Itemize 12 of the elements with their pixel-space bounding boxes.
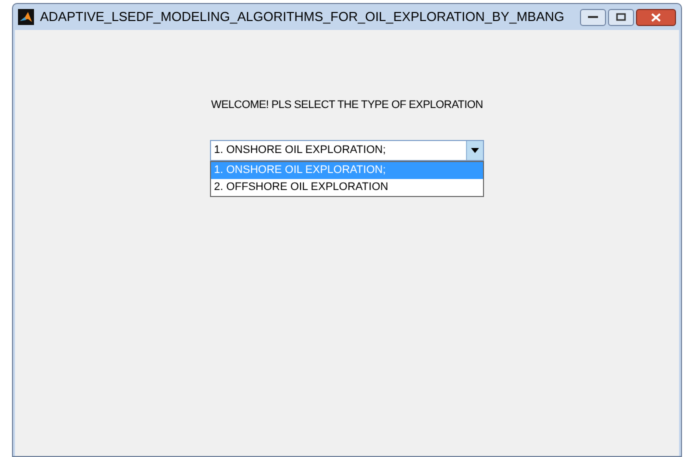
- prompt-text: WELCOME! PLS SELECT THE TYPE OF EXPLORATION: [211, 98, 483, 113]
- app-logo-icon: [18, 9, 34, 25]
- dropdown-caret-icon[interactable]: [466, 140, 483, 160]
- close-icon: [651, 12, 661, 22]
- maximize-icon: [616, 13, 626, 21]
- close-button[interactable]: [636, 8, 676, 26]
- dropdown-option[interactable]: 2. OFFSHORE OIL EXPLORATION: [211, 178, 483, 196]
- minimize-button[interactable]: [580, 8, 606, 26]
- exploration-dropdown[interactable]: 1. ONSHORE OIL EXPLORATION;: [210, 140, 484, 160]
- window-title: ADAPTIVE_LSEDF_MODELING_ALGORITHMS_FOR_OIL_EXPLORATION_BY_MBANG: [40, 8, 566, 26]
- minimize-icon: [588, 15, 598, 19]
- maximize-button[interactable]: [608, 8, 634, 26]
